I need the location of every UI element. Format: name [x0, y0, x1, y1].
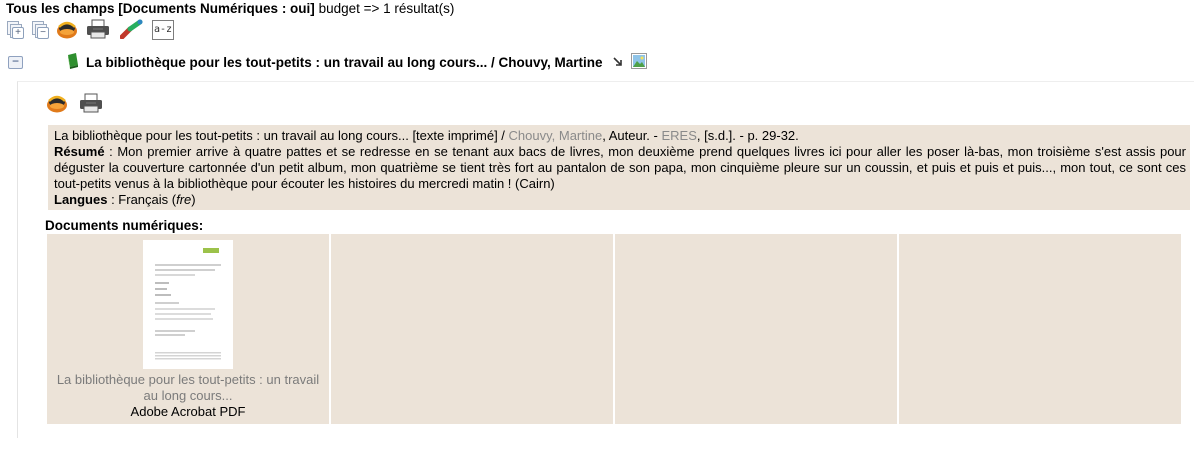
collapse-all-icon[interactable]: −	[31, 21, 49, 39]
notice-resume: Résumé : Mon premier arrive à quatre pat…	[54, 144, 1186, 192]
record-panel: La bibliothèque pour les tout-petits : u…	[17, 81, 1194, 438]
search-fields-label: Tous les champs [Documents Numériques : …	[6, 1, 315, 16]
results-toolbar: + − a-z	[6, 18, 174, 42]
document-item[interactable]: La bibliothèque pour les tout-petits : u…	[47, 234, 329, 424]
document-cell-empty	[331, 234, 613, 424]
publisher-suffix: , [s.d.]. - p. 29-32.	[696, 128, 799, 143]
sort-icon[interactable]: a-z	[152, 20, 174, 40]
picture-icon[interactable]	[630, 52, 647, 72]
document-cell-empty	[899, 234, 1181, 424]
document-name[interactable]: La bibliothèque pour les tout-petits : u…	[53, 372, 323, 404]
notice-title: La bibliothèque pour les tout-petits : u…	[54, 128, 509, 143]
expand-all-icon[interactable]: +	[6, 21, 24, 39]
documents-heading: Documents numériques:	[45, 218, 204, 233]
arrow-icon[interactable]	[612, 55, 624, 70]
documents-grid: La bibliothèque pour les tout-petits : u…	[47, 234, 1181, 424]
publisher-link[interactable]: ERES	[661, 128, 696, 143]
print-icon[interactable]	[86, 19, 112, 42]
langues-label: Langues	[54, 192, 108, 207]
basket-icon[interactable]	[46, 93, 68, 116]
author-link[interactable]: Chouvy, Martine	[509, 128, 603, 143]
notice-langues: Langues : Français (fre)	[54, 192, 1186, 208]
document-cell-empty	[615, 234, 897, 424]
record-notice: La bibliothèque pour les tout-petits : u…	[48, 125, 1190, 210]
record-header: − La bibliothèque pour les tout-petits :…	[8, 52, 647, 72]
langues-close: )	[191, 192, 196, 207]
notice-title-line: La bibliothèque pour les tout-petits : u…	[54, 128, 1186, 144]
link-icon[interactable]	[119, 19, 144, 42]
search-summary: Tous les champs [Documents Numériques : …	[6, 1, 454, 17]
document-type: Adobe Acrobat PDF	[130, 404, 246, 419]
langues-text: : Français (	[107, 192, 177, 207]
search-query-text: budget => 1 résultat(s)	[314, 1, 455, 16]
collapse-record-toggle[interactable]: −	[8, 55, 23, 69]
book-icon	[66, 52, 80, 72]
basket-icon[interactable]	[56, 19, 78, 42]
resume-label: Résumé	[54, 144, 105, 159]
print-icon[interactable]	[79, 93, 105, 116]
resume-text: : Mon premier arrive à quatre pattes et …	[54, 144, 1186, 191]
record-tools	[46, 93, 105, 116]
langues-code: fre	[176, 192, 192, 207]
document-thumbnail[interactable]	[143, 240, 233, 369]
author-role: , Auteur. -	[602, 128, 662, 143]
record-title[interactable]: La bibliothèque pour les tout-petits : u…	[86, 55, 603, 70]
